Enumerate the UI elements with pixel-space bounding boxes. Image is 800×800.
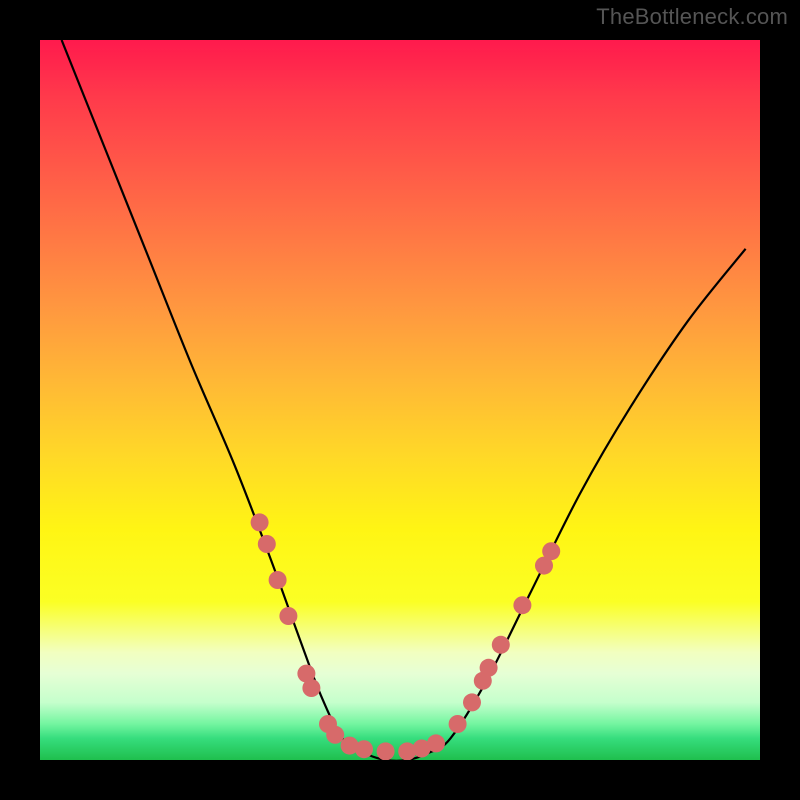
marker-group (251, 513, 561, 760)
watermark-text: TheBottleneck.com (596, 4, 788, 30)
data-marker (542, 542, 560, 560)
data-marker (251, 513, 269, 531)
data-marker (355, 740, 373, 758)
data-marker (279, 607, 297, 625)
data-marker (377, 742, 395, 760)
chart-container: TheBottleneck.com (0, 0, 800, 800)
curve-layer (40, 40, 760, 760)
data-marker (449, 715, 467, 733)
data-marker (427, 734, 445, 752)
data-marker (463, 693, 481, 711)
data-marker (492, 636, 510, 654)
data-marker (326, 726, 344, 744)
plot-area (40, 40, 760, 760)
data-marker (302, 679, 320, 697)
data-marker (513, 596, 531, 614)
data-marker (480, 659, 498, 677)
data-marker (258, 535, 276, 553)
curve-path (62, 40, 746, 760)
data-marker (269, 571, 287, 589)
bottleneck-curve (62, 40, 746, 760)
